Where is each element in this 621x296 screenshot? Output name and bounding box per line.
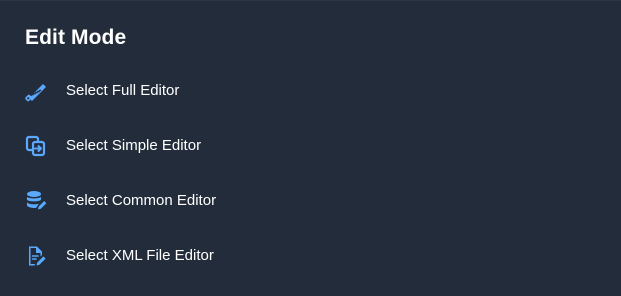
file-edit-icon <box>24 244 48 268</box>
saw-icon <box>24 79 48 103</box>
database-edit-icon <box>24 189 48 213</box>
edit-mode-dialog: Edit Mode Select Full Editor Select Simp… <box>0 0 621 296</box>
menu-item-xml-file-editor[interactable]: Select XML File Editor <box>0 228 621 283</box>
edit-mode-menu: Select Full Editor Select Simple Editor <box>0 63 621 283</box>
menu-item-label: Select Common Editor <box>66 192 217 209</box>
menu-item-simple-editor[interactable]: Select Simple Editor <box>0 118 621 173</box>
menu-item-label: Select Simple Editor <box>66 137 202 154</box>
copy-arrow-icon <box>24 134 48 158</box>
dialog-title: Edit Mode <box>25 26 127 49</box>
menu-item-label: Select Full Editor <box>66 82 180 99</box>
menu-item-common-editor[interactable]: Select Common Editor <box>0 173 621 228</box>
menu-item-label: Select XML File Editor <box>66 247 214 264</box>
menu-item-full-editor[interactable]: Select Full Editor <box>0 63 621 118</box>
